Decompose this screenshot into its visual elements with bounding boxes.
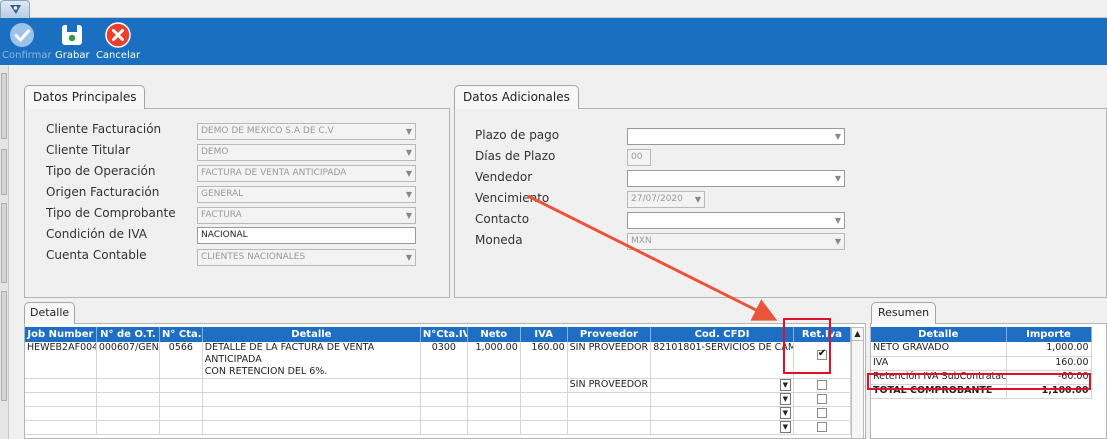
tab-datos-principales[interactable]: Datos Principales xyxy=(24,85,146,109)
tab-resumen-label: Resumen xyxy=(878,306,930,319)
annotation-arrow xyxy=(527,194,778,321)
tab-detalle[interactable]: Detalle xyxy=(24,302,76,324)
tab-detalle-label: Detalle xyxy=(30,306,70,319)
arrow-line xyxy=(527,194,778,321)
tab-datos-adicionales-label: Datos Adicionales xyxy=(463,90,570,104)
tab-datos-adicionales[interactable]: Datos Adicionales xyxy=(454,85,579,109)
tab-resumen[interactable]: Resumen xyxy=(871,302,937,324)
tab-datos-principales-label: Datos Principales xyxy=(33,90,137,104)
